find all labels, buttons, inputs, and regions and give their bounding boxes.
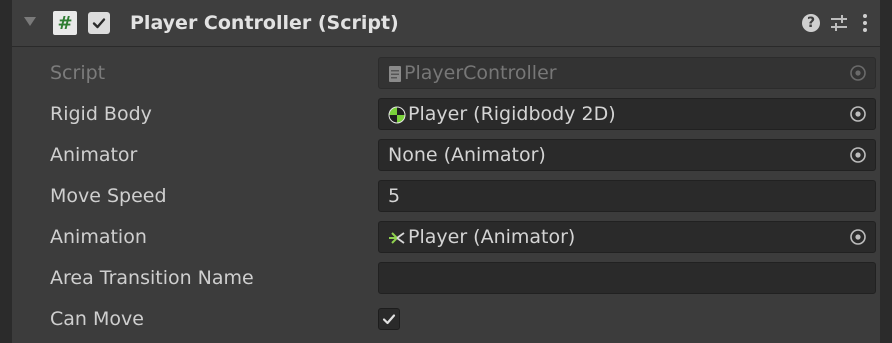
row-area-transition-name: Area Transition Name	[12, 258, 880, 298]
rigid-body-value: Player (Rigidbody 2D)	[408, 103, 616, 125]
component-header[interactable]: # Player Controller (Script) ?	[12, 0, 880, 47]
animator-label: Animator	[50, 144, 138, 166]
area-transition-name-input[interactable]	[378, 262, 876, 294]
kebab-menu-icon	[863, 14, 867, 32]
move-speed-label: Move Speed	[50, 185, 167, 207]
can-move-label: Can Move	[50, 308, 144, 330]
script-value: PlayerController	[404, 62, 557, 84]
move-speed-input[interactable]: 5	[378, 180, 876, 212]
help-button[interactable]: ?	[798, 10, 824, 36]
animator-value: None (Animator)	[388, 144, 546, 166]
can-move-checkbox[interactable]	[378, 308, 400, 330]
animation-label: Animation	[50, 226, 147, 248]
component-title: Player Controller (Script)	[130, 12, 399, 34]
row-script: Script PlayerController	[12, 53, 880, 93]
animator-controller-icon	[389, 231, 405, 244]
object-picker-icon[interactable]	[849, 146, 867, 164]
checkmark-icon	[92, 18, 106, 29]
object-picker-icon[interactable]	[849, 228, 867, 246]
presets-button[interactable]	[826, 10, 852, 36]
foldout-triangle-icon[interactable]	[24, 17, 36, 26]
script-label: Script	[50, 62, 106, 84]
object-picker-icon	[850, 65, 866, 81]
inspector-component-panel: # Player Controller (Script) ? Script Pl…	[12, 0, 880, 343]
script-file-icon	[389, 65, 401, 82]
help-icon: ?	[802, 14, 820, 32]
area-transition-name-label: Area Transition Name	[50, 267, 254, 289]
object-picker-icon[interactable]	[849, 105, 867, 123]
script-field: PlayerController	[378, 57, 876, 89]
row-rigid-body: Rigid Body Player (Rigidbody 2D)	[12, 94, 880, 134]
row-animator: Animator None (Animator)	[12, 135, 880, 175]
animation-field[interactable]: Player (Animator)	[378, 221, 876, 253]
row-move-speed: Move Speed 5	[12, 176, 880, 216]
move-speed-value: 5	[388, 185, 401, 207]
component-enabled-toggle[interactable]	[88, 12, 110, 34]
rigid-body-field[interactable]: Player (Rigidbody 2D)	[378, 98, 876, 130]
row-animation: Animation Player (Animator)	[12, 217, 880, 257]
script-hash-icon: #	[53, 11, 77, 35]
row-can-move: Can Move	[12, 299, 880, 339]
rigidbody2d-icon	[388, 106, 406, 123]
animator-field[interactable]: None (Animator)	[378, 139, 876, 171]
checkmark-icon	[382, 314, 396, 325]
rigid-body-label: Rigid Body	[50, 103, 152, 125]
component-menu-button[interactable]	[852, 10, 878, 36]
animation-value: Player (Animator)	[408, 226, 576, 248]
presets-sliders-icon	[831, 15, 847, 31]
